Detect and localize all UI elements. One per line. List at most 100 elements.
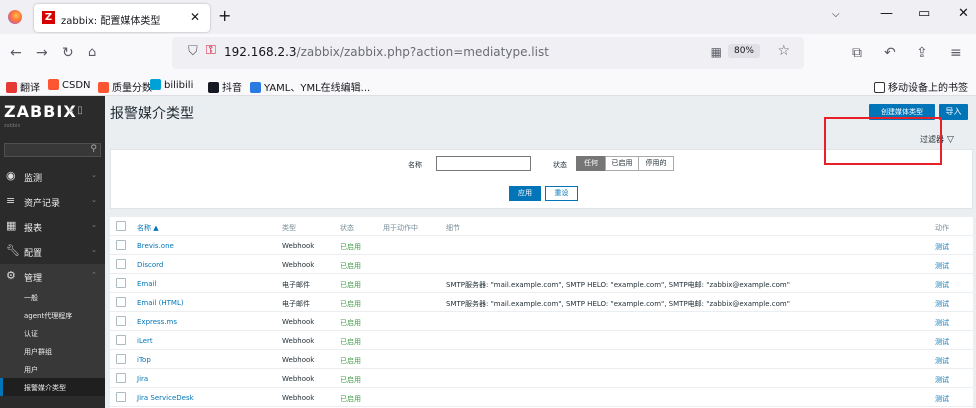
- sidebar-item-inventory[interactable]: ≡ 资产记录 ⌄: [0, 189, 105, 213]
- media-type-name-link[interactable]: Email: [137, 280, 156, 288]
- media-type-name-link[interactable]: Jira: [137, 375, 148, 383]
- status-option-enabled[interactable]: 已启用: [605, 156, 639, 171]
- bilibili-icon: [150, 79, 161, 90]
- insecure-lock-icon[interactable]: ⚿: [206, 43, 216, 58]
- media-type-name-link[interactable]: Discord: [137, 261, 163, 269]
- status-badge[interactable]: 已启用: [340, 394, 361, 404]
- media-type-type: Webhook: [282, 337, 315, 345]
- search-icon[interactable]: ⚲: [90, 144, 97, 154]
- sidebar-subitem-media-types[interactable]: 报警媒介类型: [0, 378, 105, 396]
- tracking-shield-icon[interactable]: ⛉: [188, 44, 198, 59]
- test-link[interactable]: 测试: [935, 394, 949, 404]
- status-badge[interactable]: 已启用: [340, 375, 361, 385]
- status-filter-label: 状态: [553, 161, 567, 169]
- sidebar-item-configuration[interactable]: 🔧︎ 配置 ⌄: [0, 239, 105, 263]
- forward-icon[interactable]: →: [36, 45, 48, 61]
- sidebar-item-reports[interactable]: ▦ 报表 ⌄: [0, 214, 105, 238]
- bookmark-item[interactable]: 质量分数: [98, 79, 152, 94]
- bookmark-item[interactable]: 翻译: [6, 79, 40, 94]
- zoom-level-badge[interactable]: 80%: [727, 44, 760, 58]
- menu-icon[interactable]: ≡: [950, 45, 962, 61]
- media-type-name-link[interactable]: Express.ms: [137, 318, 177, 326]
- test-link[interactable]: 测试: [935, 280, 949, 290]
- browser-tab-zabbix[interactable]: Z zabbix: 配置媒体类型 ✕: [34, 4, 210, 32]
- chevron-up-icon: ⌃: [91, 271, 97, 279]
- status-badge[interactable]: 已启用: [340, 280, 361, 290]
- mobile-bookmarks[interactable]: 移动设备上的书签: [874, 79, 968, 94]
- sidebar-subitem-user-groups[interactable]: 用户群组: [0, 342, 105, 360]
- status-badge[interactable]: 已启用: [340, 318, 361, 328]
- sidebar-item-administration[interactable]: ⚙ 管理 ⌃: [0, 264, 105, 288]
- collapse-sidebar-icon[interactable]: « ▯: [68, 105, 83, 116]
- media-type-name-link[interactable]: iLert: [137, 337, 153, 345]
- bookmark-item[interactable]: 抖音: [208, 79, 242, 94]
- maximize-window-icon[interactable]: ▭: [918, 6, 930, 21]
- close-window-icon[interactable]: ✕: [958, 6, 969, 21]
- row-checkbox[interactable]: [116, 316, 126, 326]
- media-type-name-link[interactable]: iTop: [137, 356, 151, 364]
- name-filter-input[interactable]: [436, 156, 531, 171]
- new-tab-icon[interactable]: +: [218, 6, 231, 25]
- media-type-name-link[interactable]: Email (HTML): [137, 299, 184, 307]
- table-row: Email 电子邮件 已启用 SMTP服务器: "mail.example.co…: [110, 274, 973, 293]
- sidebar-subitem-proxies[interactable]: agent代理程序: [0, 306, 105, 324]
- reset-button[interactable]: 重设: [545, 186, 578, 201]
- bookmark-item[interactable]: YAML、YML在线编辑...: [250, 79, 370, 94]
- status-option-any[interactable]: 任何: [576, 156, 606, 171]
- test-link[interactable]: 测试: [935, 242, 949, 252]
- select-all-checkbox[interactable]: [116, 221, 126, 231]
- details-text: SMTP服务器: "mail.example.com", SMTP HELO: …: [446, 281, 790, 289]
- row-checkbox[interactable]: [116, 259, 126, 269]
- minimize-window-icon[interactable]: —: [880, 6, 893, 21]
- row-checkbox[interactable]: [116, 297, 126, 307]
- bookmark-item[interactable]: CSDN: [48, 79, 91, 91]
- row-checkbox[interactable]: [116, 335, 126, 345]
- status-badge[interactable]: 已启用: [340, 242, 361, 252]
- qr-code-icon[interactable]: ▦: [711, 45, 722, 59]
- bookmark-star-icon[interactable]: ☆: [777, 43, 790, 59]
- sidebar-subitem-authentication[interactable]: 认证: [0, 324, 105, 342]
- media-type-name-link[interactable]: Brevis.one: [137, 242, 174, 250]
- test-link[interactable]: 测试: [935, 375, 949, 385]
- zabbix-logo[interactable]: ZABBIX: [4, 102, 77, 121]
- import-button[interactable]: 导入: [939, 104, 968, 120]
- browser-nav-bar: ← → ↻ ⌂ ⛉ ⚿ 192.168.2.3/zabbix/zabbix.ph…: [0, 34, 976, 74]
- bookmark-item[interactable]: bilibili: [150, 79, 193, 91]
- test-link[interactable]: 测试: [935, 299, 949, 309]
- status-badge[interactable]: 已启用: [340, 337, 361, 347]
- json-icon: [250, 82, 261, 93]
- row-checkbox[interactable]: [116, 354, 126, 364]
- row-checkbox[interactable]: [116, 392, 126, 402]
- sidebar-item-monitoring[interactable]: ◉ 监测 ⌄: [0, 164, 105, 188]
- apply-button[interactable]: 应用: [509, 186, 541, 201]
- status-badge[interactable]: 已启用: [340, 299, 361, 309]
- extensions-icon[interactable]: ⧉: [852, 45, 862, 61]
- test-link[interactable]: 测试: [935, 318, 949, 328]
- column-header-status: 状态: [340, 224, 354, 232]
- tab-list-chevron-icon[interactable]: ⌵: [832, 9, 840, 20]
- firefox-icon[interactable]: [8, 10, 22, 24]
- row-checkbox[interactable]: [116, 278, 126, 288]
- row-checkbox[interactable]: [116, 373, 126, 383]
- reload-icon[interactable]: ↻: [62, 45, 74, 61]
- test-link[interactable]: 测试: [935, 337, 949, 347]
- column-header-name[interactable]: 名称 ▲: [137, 223, 159, 233]
- back-icon[interactable]: ←: [10, 45, 22, 61]
- status-option-disabled[interactable]: 停用的: [638, 156, 674, 171]
- test-link[interactable]: 测试: [935, 261, 949, 271]
- address-bar[interactable]: ⛉ ⚿ 192.168.2.3/zabbix/zabbix.php?action…: [172, 37, 804, 69]
- status-badge[interactable]: 已启用: [340, 356, 361, 366]
- tab-title: zabbix: 配置媒体类型: [61, 16, 161, 27]
- sidebar-search-input[interactable]: ⚲: [4, 143, 101, 157]
- share-icon[interactable]: ⇪: [916, 45, 928, 61]
- column-header-action: 动作: [935, 224, 949, 232]
- sidebar-subitem-general[interactable]: 一般: [0, 288, 105, 306]
- history-icon[interactable]: ↶: [884, 45, 896, 61]
- home-icon[interactable]: ⌂: [88, 45, 96, 60]
- sidebar-subitem-users[interactable]: 用户: [0, 360, 105, 378]
- row-checkbox[interactable]: [116, 240, 126, 250]
- media-type-name-link[interactable]: Jira ServiceDesk: [137, 394, 194, 402]
- status-badge[interactable]: 已启用: [340, 261, 361, 271]
- close-tab-icon[interactable]: ✕: [190, 10, 200, 24]
- test-link[interactable]: 测试: [935, 356, 949, 366]
